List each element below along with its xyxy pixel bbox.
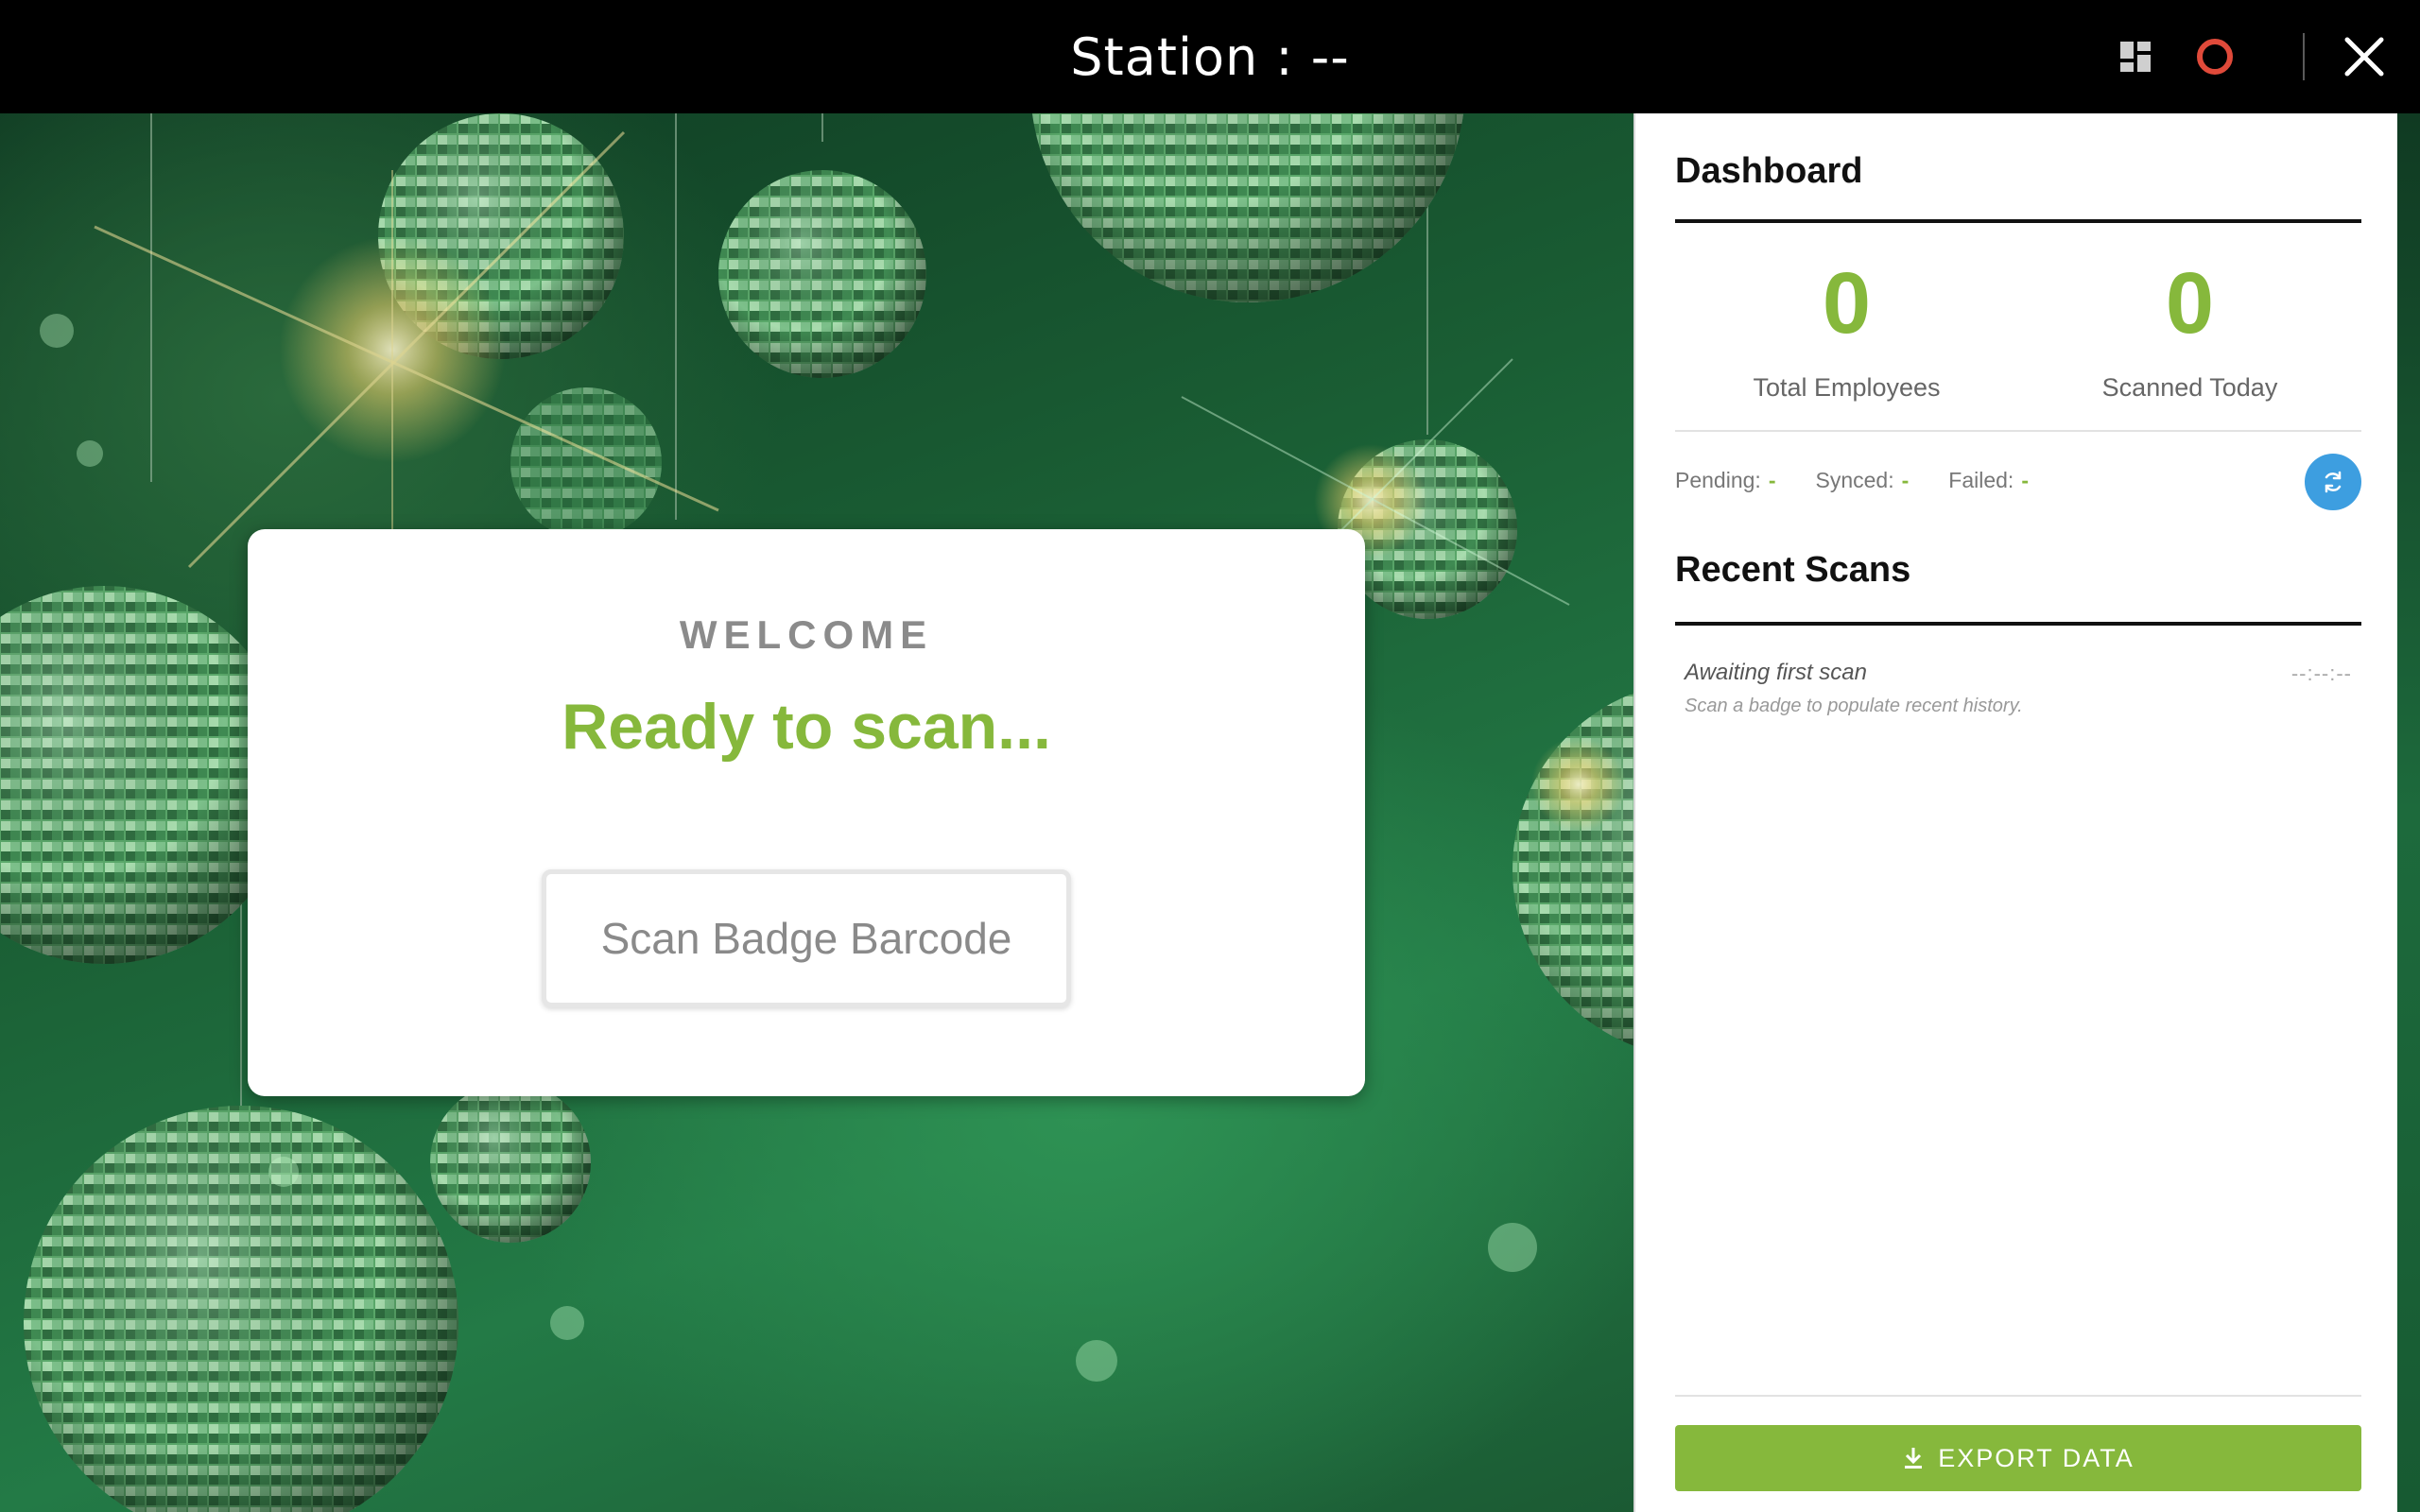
stat-scanned-today: 0 Scanned Today (2018, 260, 2361, 403)
refresh-icon[interactable] (2305, 454, 2361, 510)
footer-divider (1675, 1395, 2361, 1397)
recent-scans-title: Recent Scans (1675, 550, 1911, 590)
recent-scans-divider (1675, 622, 2361, 626)
stat-value: 0 (1822, 255, 1872, 352)
toolbar-divider (2303, 33, 2305, 80)
dashboard-divider (1675, 219, 2361, 223)
scan-entry-title: Awaiting first scan (1685, 660, 1867, 685)
pending-label: Pending: (1675, 467, 1761, 492)
export-label: EXPORT DATA (1938, 1443, 2135, 1472)
scan-status-text: Ready to scan... (562, 691, 1051, 763)
stats-row: 0 Total Employees 0 Scanned Today (1675, 260, 2361, 430)
dashboard-panel: Dashboard 0 Total Employees 0 Scanned To… (1634, 113, 2397, 1512)
dashboard-grid-icon[interactable] (2102, 24, 2169, 90)
background-edge (2397, 113, 2420, 1512)
failed-label: Failed: (1948, 467, 2014, 492)
stats-divider (1675, 430, 2361, 432)
export-data-button[interactable]: EXPORT DATA (1675, 1425, 2361, 1491)
sync-status-row: Pending: - Synced: - Failed: - (1675, 454, 2361, 510)
failed-value: - (2021, 467, 2029, 492)
download-icon (1905, 1448, 1923, 1469)
scan-entry-time: --:--:-- (2290, 662, 2352, 685)
stat-value: 0 (2165, 255, 2215, 352)
station-title: Station : -- (1070, 26, 1350, 87)
scan-entry-subtitle: Scan a badge to populate recent history. (1685, 696, 2023, 716)
sync-pending: Pending: - (1675, 468, 1775, 493)
sync-synced: Synced: - (1815, 468, 1909, 493)
title-bar: Station : -- (0, 0, 2420, 113)
synced-value: - (1901, 467, 1910, 492)
sync-failed: Failed: - (1948, 468, 2029, 493)
scan-badge-button[interactable]: Scan Badge Barcode (542, 869, 1071, 1007)
close-icon[interactable] (2331, 24, 2397, 90)
dashboard-title: Dashboard (1675, 151, 1863, 191)
stat-total-employees: 0 Total Employees (1675, 260, 2018, 403)
list-item: Awaiting first scan --:--:-- Scan a badg… (1675, 660, 2361, 717)
stat-label: Total Employees (1753, 373, 1941, 402)
synced-label: Synced: (1815, 467, 1894, 492)
welcome-card: WELCOME Ready to scan... Scan Badge Barc… (248, 529, 1365, 1096)
stat-label: Scanned Today (2101, 373, 2278, 402)
record-icon[interactable] (2182, 24, 2248, 90)
window-actions (2102, 0, 2420, 113)
welcome-label: WELCOME (679, 612, 934, 657)
pending-value: - (1768, 467, 1776, 492)
